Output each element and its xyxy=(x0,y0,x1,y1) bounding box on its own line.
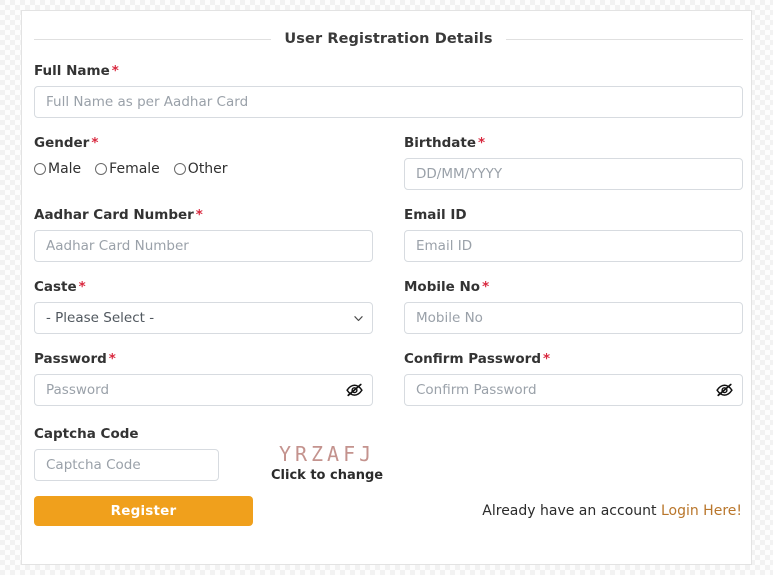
register-button[interactable]: Register xyxy=(34,496,253,526)
confirm-password-wrapper xyxy=(404,374,743,406)
field-captcha: Captcha Code xyxy=(34,426,219,481)
aadhar-label-text: Aadhar Card Number xyxy=(34,207,194,223)
captcha-refresh-hint[interactable]: Click to change xyxy=(271,468,383,483)
password-visibility-toggle[interactable] xyxy=(345,381,364,399)
field-gender: Gender * Male Female Other xyxy=(34,135,373,190)
row-password: Password* Confirm Password* xyxy=(34,351,743,406)
field-full-name: Full Name * xyxy=(34,63,743,118)
full-name-label: Full Name * xyxy=(34,63,743,79)
eye-slash-icon xyxy=(716,383,733,397)
gender-option-other[interactable]: Other xyxy=(173,161,228,177)
password-wrapper xyxy=(34,374,373,406)
gender-option-label: Male xyxy=(48,161,82,177)
captcha-label: Captcha Code xyxy=(34,426,139,442)
gender-option-male[interactable]: Male xyxy=(34,161,81,177)
full-name-label-text: Full Name xyxy=(34,63,110,79)
mobile-label-text: Mobile No xyxy=(404,279,481,295)
confirm-password-label-text: Confirm Password xyxy=(404,351,542,367)
birthdate-label: Birthdate * xyxy=(404,135,743,151)
row-captcha: Captcha Code YRZAFJ Click to change xyxy=(34,426,743,483)
field-birthdate: Birthdate * xyxy=(404,135,743,190)
email-label: Email ID xyxy=(404,207,743,223)
section-header: User Registration Details xyxy=(34,31,743,47)
eye-slash-icon xyxy=(346,383,363,397)
required-asterisk: * xyxy=(543,351,551,367)
aadhar-label: Aadhar Card Number * xyxy=(34,207,373,223)
confirm-password-input[interactable] xyxy=(404,374,743,406)
page-title: User Registration Details xyxy=(284,31,493,47)
row-caste-mobile: Caste * - Please Select - Mobile No * xyxy=(34,279,743,334)
mobile-input[interactable] xyxy=(404,302,743,334)
password-label: Password * xyxy=(34,351,373,367)
radio-icon[interactable] xyxy=(95,163,108,175)
required-asterisk: * xyxy=(91,135,99,151)
gender-label: Gender * xyxy=(34,135,373,151)
header-rule-right xyxy=(505,38,743,40)
captcha-image-text: YRZAFJ xyxy=(278,442,376,466)
caste-select[interactable]: - Please Select - xyxy=(34,302,373,334)
required-asterisk: * xyxy=(111,63,119,79)
password-input[interactable] xyxy=(34,374,373,406)
login-prompt-text: Already have an account xyxy=(482,503,657,519)
required-asterisk: * xyxy=(195,207,203,223)
registration-form: User Registration Details Full Name* Gen… xyxy=(34,11,743,564)
required-asterisk: * xyxy=(78,279,86,295)
password-label-text: Password xyxy=(34,351,107,367)
caste-label: Caste * xyxy=(34,279,373,295)
email-input[interactable] xyxy=(404,230,743,262)
field-mobile: Mobile No * xyxy=(404,279,743,334)
field-aadhar: Aadhar Card Number * xyxy=(34,207,373,262)
birthdate-input[interactable] xyxy=(404,158,743,190)
caste-select-value[interactable]: - Please Select - xyxy=(34,302,373,334)
gender-option-female[interactable]: Female xyxy=(95,161,160,177)
confirm-password-visibility-toggle[interactable] xyxy=(715,381,734,399)
radio-icon[interactable] xyxy=(34,163,46,175)
caste-label-text: Caste xyxy=(34,279,77,295)
confirm-password-label: Confirm Password * xyxy=(404,351,743,367)
required-asterisk: * xyxy=(108,351,116,367)
row-gender-birthdate: Gender * Male Female Other Birthdate * D… xyxy=(34,135,743,190)
captcha-input[interactable] xyxy=(34,449,219,481)
gender-option-label: Female xyxy=(109,161,160,177)
row-aadhar-email: Aadhar Card Number* Email ID xyxy=(34,207,743,262)
field-caste: Caste * - Please Select - xyxy=(34,279,373,334)
field-confirm-password: Confirm Password * xyxy=(404,351,743,406)
field-password: Password * xyxy=(34,351,373,406)
aadhar-input[interactable] xyxy=(34,230,373,262)
full-name-input[interactable] xyxy=(34,86,743,118)
required-asterisk: * xyxy=(478,135,486,151)
birthdate-label-text: Birthdate xyxy=(404,135,477,151)
required-asterisk: * xyxy=(482,279,490,295)
gender-label-text: Gender xyxy=(34,135,90,151)
field-email: Email ID xyxy=(404,207,743,262)
login-prompt: Already have an account Login Here! xyxy=(482,503,743,519)
gender-radio-group: Male Female Other xyxy=(34,158,373,180)
email-label-text: Email ID xyxy=(404,207,467,223)
login-here-link[interactable]: Login Here! xyxy=(661,503,742,519)
radio-icon[interactable] xyxy=(173,163,186,175)
header-rule-left xyxy=(34,38,272,40)
registration-card: User Registration Details Full Name* Gen… xyxy=(21,10,752,565)
gender-option-label: Other xyxy=(187,161,228,177)
mobile-label: Mobile No * xyxy=(404,279,743,295)
captcha-image-area[interactable]: YRZAFJ Click to change xyxy=(271,426,383,483)
form-footer: Register Already have an account Login H… xyxy=(34,496,743,526)
